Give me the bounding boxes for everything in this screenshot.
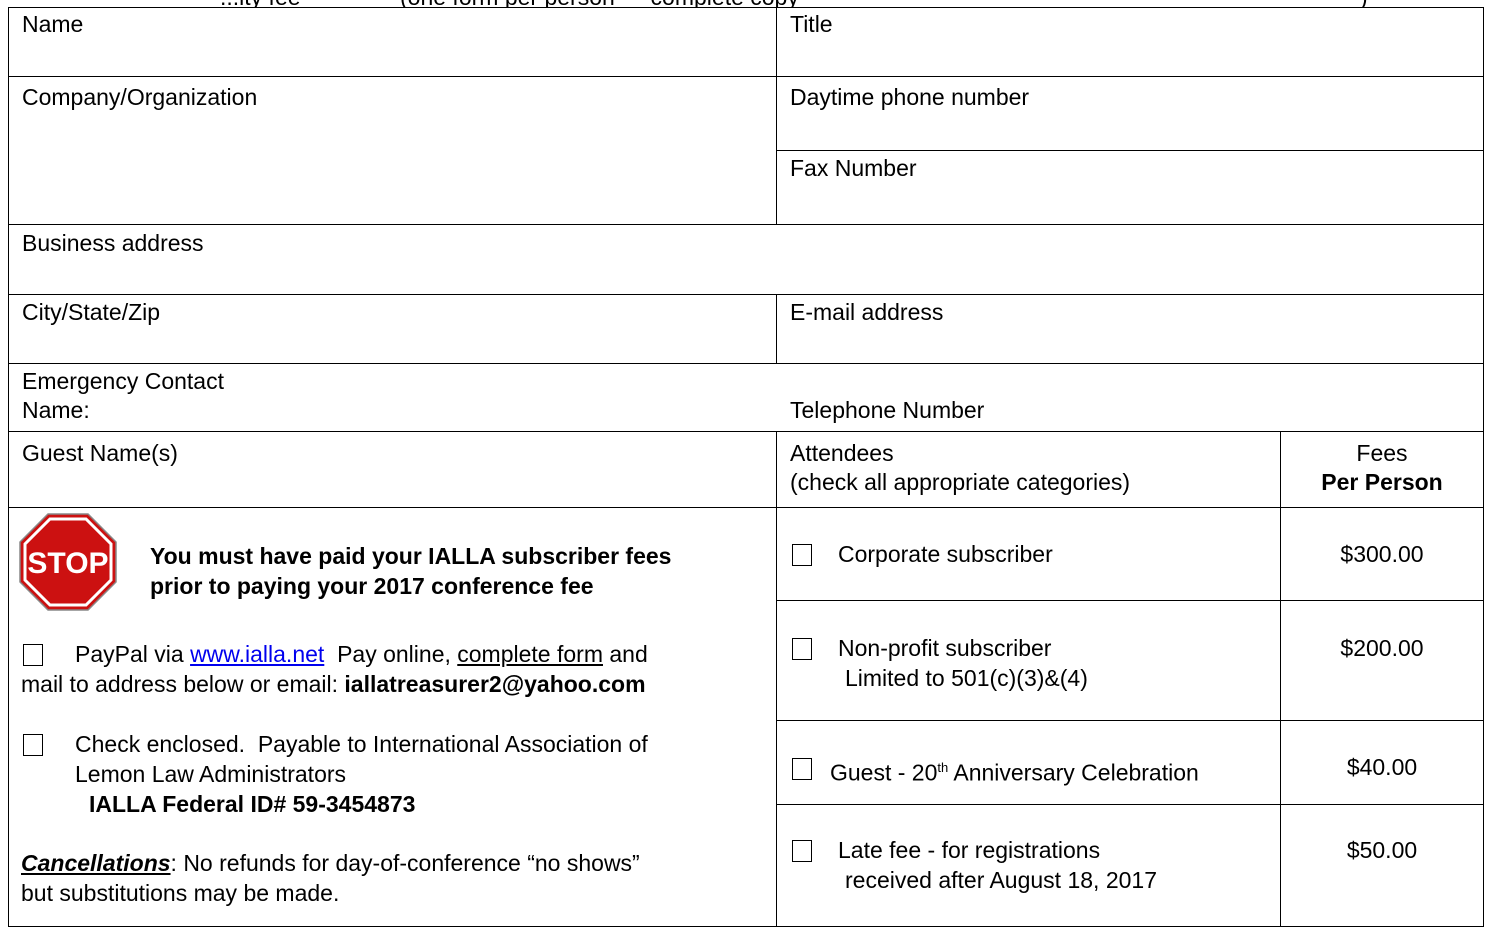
non-profit-checkbox[interactable] [792, 638, 812, 660]
business-address-field[interactable]: Business address [8, 224, 1484, 296]
guest-label-a: Guest - 20 [830, 759, 938, 786]
fees-label: Fees [1356, 440, 1408, 466]
check-line1: Check enclosed. Payable to International… [75, 731, 648, 757]
cut-off-heading: ...ity fee (one form per person — comple… [0, 0, 1488, 10]
ialla-website-link[interactable]: www.ialla.net [190, 641, 324, 667]
corporate-fee-cell: $300.00 [1280, 507, 1484, 602]
non-profit-limit: Limited to 501(c)(3)&(4) [845, 665, 1088, 691]
late-fee-date: received after August 18, 2017 [845, 867, 1157, 893]
category-row-non-profit: Non-profit subscriber Limited to 501(c)(… [776, 600, 1282, 722]
company-label: Company/Organization [22, 84, 258, 110]
paypal-prefix: PayPal via [75, 641, 191, 667]
guest-fee: $40.00 [1346, 754, 1418, 780]
name-label: Name [22, 11, 84, 37]
daytime-phone-label: Daytime phone number [790, 84, 1030, 110]
fees-header: Fees Per Person [1280, 431, 1484, 509]
paypal-suffix: and [602, 641, 648, 667]
treasurer-email: iallatreasurer2@yahoo.com [344, 671, 646, 697]
cancellations-line2: but substitutions may be made. [21, 880, 340, 906]
late-fee-checkbox[interactable] [792, 840, 812, 862]
federal-id: IALLA Federal ID# 59-3454873 [89, 791, 416, 817]
paypal-line1: PayPal via www.ialla.net Pay online, com… [75, 640, 648, 669]
non-profit-fee-cell: $200.00 [1280, 600, 1484, 722]
corporate-label: Corporate subscriber [838, 541, 1053, 567]
check-line2: Lemon Law Administrators [75, 761, 347, 787]
title-label: Title [790, 11, 833, 37]
cancellations-text: : No refunds for day-of-conference “no s… [170, 850, 640, 876]
guest-fee-cell: $40.00 [1280, 720, 1484, 806]
attendees-label: Attendees [790, 440, 894, 466]
title-field[interactable]: Title [776, 7, 1484, 78]
guest-label-sup: th [937, 760, 949, 775]
name-field[interactable]: Name [8, 7, 778, 78]
guest-checkbox[interactable] [792, 758, 812, 780]
late-fee-label: Late fee - for registrations [838, 837, 1101, 863]
emergency-name-label: Name: [22, 397, 90, 423]
paypal-line2-text: mail to address below or email: [21, 671, 345, 697]
company-field[interactable]: Company/Organization [8, 76, 778, 226]
cancellations-line1: Cancellations: No refunds for day-of-con… [21, 849, 640, 878]
attendees-header: Attendees (check all appropriate categor… [776, 431, 1282, 509]
late-fee-amount: $50.00 [1346, 837, 1418, 863]
paypal-line2: mail to address below or email: iallatre… [21, 670, 646, 699]
per-person-label: Per Person [1321, 469, 1443, 495]
svg-text:STOP: STOP [27, 547, 108, 580]
guest-label: Guest - 20th Anniversary Celebration [830, 753, 1199, 788]
emergency-contact-label: Emergency Contact [22, 368, 224, 394]
daytime-phone-field[interactable]: Daytime phone number [776, 76, 1484, 152]
guest-names-field[interactable]: Guest Name(s) [8, 431, 778, 509]
guest-label-b: Anniversary Celebration [948, 759, 1199, 786]
paypal-mid: Pay online, [324, 641, 458, 667]
category-row-corporate: Corporate subscriber [776, 507, 1282, 602]
corporate-checkbox[interactable] [792, 544, 812, 566]
non-profit-fee: $200.00 [1340, 635, 1424, 661]
fax-label: Fax Number [790, 155, 917, 181]
fax-field[interactable]: Fax Number [776, 150, 1484, 226]
check-enclosed-checkbox[interactable] [23, 734, 43, 756]
email-label: E-mail address [790, 299, 944, 325]
stop-notice-line2: prior to paying your 2017 conference fee [150, 573, 594, 599]
stop-notice-line1: You must have paid your IALLA subscriber… [150, 543, 672, 569]
cancellations-label: Cancellations [21, 850, 171, 876]
paypal-checkbox[interactable] [23, 644, 43, 666]
city-state-zip-label: City/State/Zip [22, 299, 161, 325]
emergency-phone-label: Telephone Number [790, 397, 985, 423]
business-address-label: Business address [22, 230, 204, 256]
guest-names-label: Guest Name(s) [22, 440, 178, 466]
non-profit-label: Non-profit subscriber [838, 635, 1052, 661]
payment-panel: STOP You must have paid your IALLA subsc… [8, 507, 778, 927]
corporate-fee: $300.00 [1340, 541, 1424, 567]
city-state-zip-field[interactable]: City/State/Zip [8, 294, 778, 365]
email-field[interactable]: E-mail address [776, 294, 1484, 365]
category-row-guest: Guest - 20th Anniversary Celebration [776, 720, 1282, 806]
emergency-contact-field[interactable]: Emergency Contact Name: Telephone Number [8, 363, 1484, 433]
complete-form-text: complete form [457, 641, 603, 667]
stop-sign-icon: STOP [19, 513, 117, 611]
attendees-hint: (check all appropriate categories) [790, 469, 1131, 495]
